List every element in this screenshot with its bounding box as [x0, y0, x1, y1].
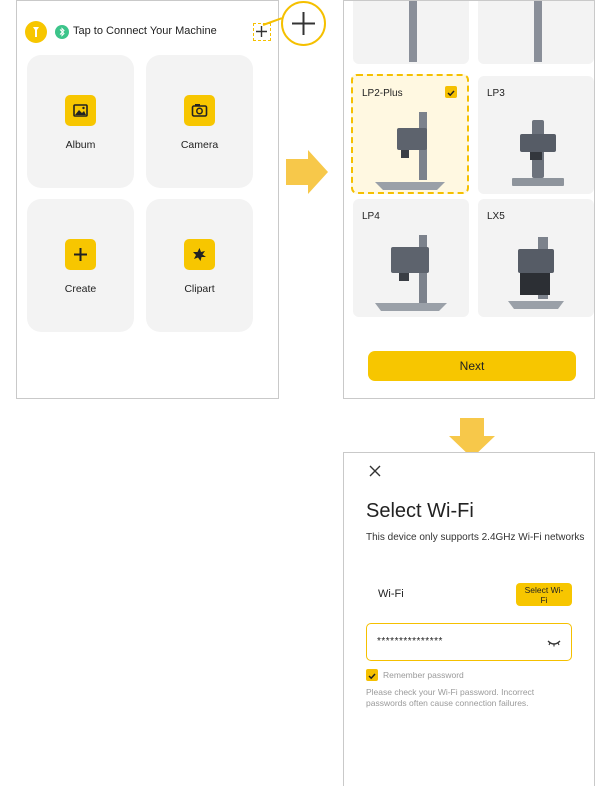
checkbox-checked-icon[interactable] [366, 669, 378, 681]
camera-icon [184, 95, 215, 126]
connect-machine-link[interactable]: Tap to Connect Your Machine [73, 25, 217, 37]
machine-select-screen: LP2-Plus LP3 LP4 LX5 Next [343, 0, 595, 399]
select-wifi-button[interactable]: Select Wi-Fi [516, 583, 572, 606]
laser-machine-image [512, 120, 564, 186]
wifi-network-row: Wi-Fi Select Wi-Fi [366, 580, 572, 610]
page-title: Select Wi-Fi [366, 500, 474, 522]
laser-machine-image [375, 112, 445, 190]
create-tile[interactable]: Create [27, 199, 134, 332]
add-button-callout [281, 1, 326, 46]
machine-card[interactable] [353, 1, 469, 64]
image-icon [65, 95, 96, 126]
wifi-label: Wi-Fi [378, 588, 404, 600]
remember-password-label: Remember password [383, 670, 464, 680]
album-label: Album [65, 139, 96, 151]
machine-card-lx5[interactable]: LX5 [478, 199, 594, 317]
password-help-note: Please check your Wi-Fi password. Incorr… [366, 687, 535, 708]
next-button[interactable]: Next [368, 351, 576, 381]
plus-icon [292, 12, 315, 35]
plus-icon [256, 26, 267, 37]
password-value: *************** [377, 636, 443, 647]
album-tile[interactable]: Album [27, 55, 134, 188]
app-logo-icon [25, 21, 47, 43]
laser-machine-image [375, 235, 447, 311]
eye-closed-icon[interactable] [547, 638, 561, 648]
machine-card-lp2-plus[interactable]: LP2-Plus [351, 74, 469, 194]
close-icon[interactable] [368, 464, 382, 478]
create-label: Create [64, 283, 97, 295]
clipart-tile[interactable]: Clipart [146, 199, 253, 332]
bluetooth-icon [55, 25, 69, 39]
machine-card-lp3[interactable]: LP3 [478, 76, 594, 194]
clipart-icon [184, 239, 215, 270]
laser-machine-image [508, 237, 564, 309]
home-top-bar: Tap to Connect Your Machine [25, 21, 271, 45]
arrow-right-icon [286, 150, 328, 194]
camera-tile[interactable]: Camera [146, 55, 253, 188]
password-field[interactable]: *************** [366, 623, 572, 661]
laser-machine-image [534, 1, 542, 62]
wifi-setup-screen: Select Wi-Fi This device only supports 2… [343, 452, 595, 786]
add-machine-button[interactable] [253, 23, 271, 41]
camera-label: Camera [180, 139, 219, 151]
machine-card-lp4[interactable]: LP4 [353, 199, 469, 317]
clipart-label: Clipart [184, 283, 215, 295]
checkbox-checked-icon [445, 86, 457, 98]
plus-icon [65, 239, 96, 270]
page-subtitle: This device only supports 2.4GHz Wi-Fi n… [366, 532, 585, 543]
machine-card[interactable] [478, 1, 594, 64]
laser-machine-image [409, 1, 417, 62]
home-screen: Tap to Connect Your Machine Album Camera… [16, 0, 279, 399]
